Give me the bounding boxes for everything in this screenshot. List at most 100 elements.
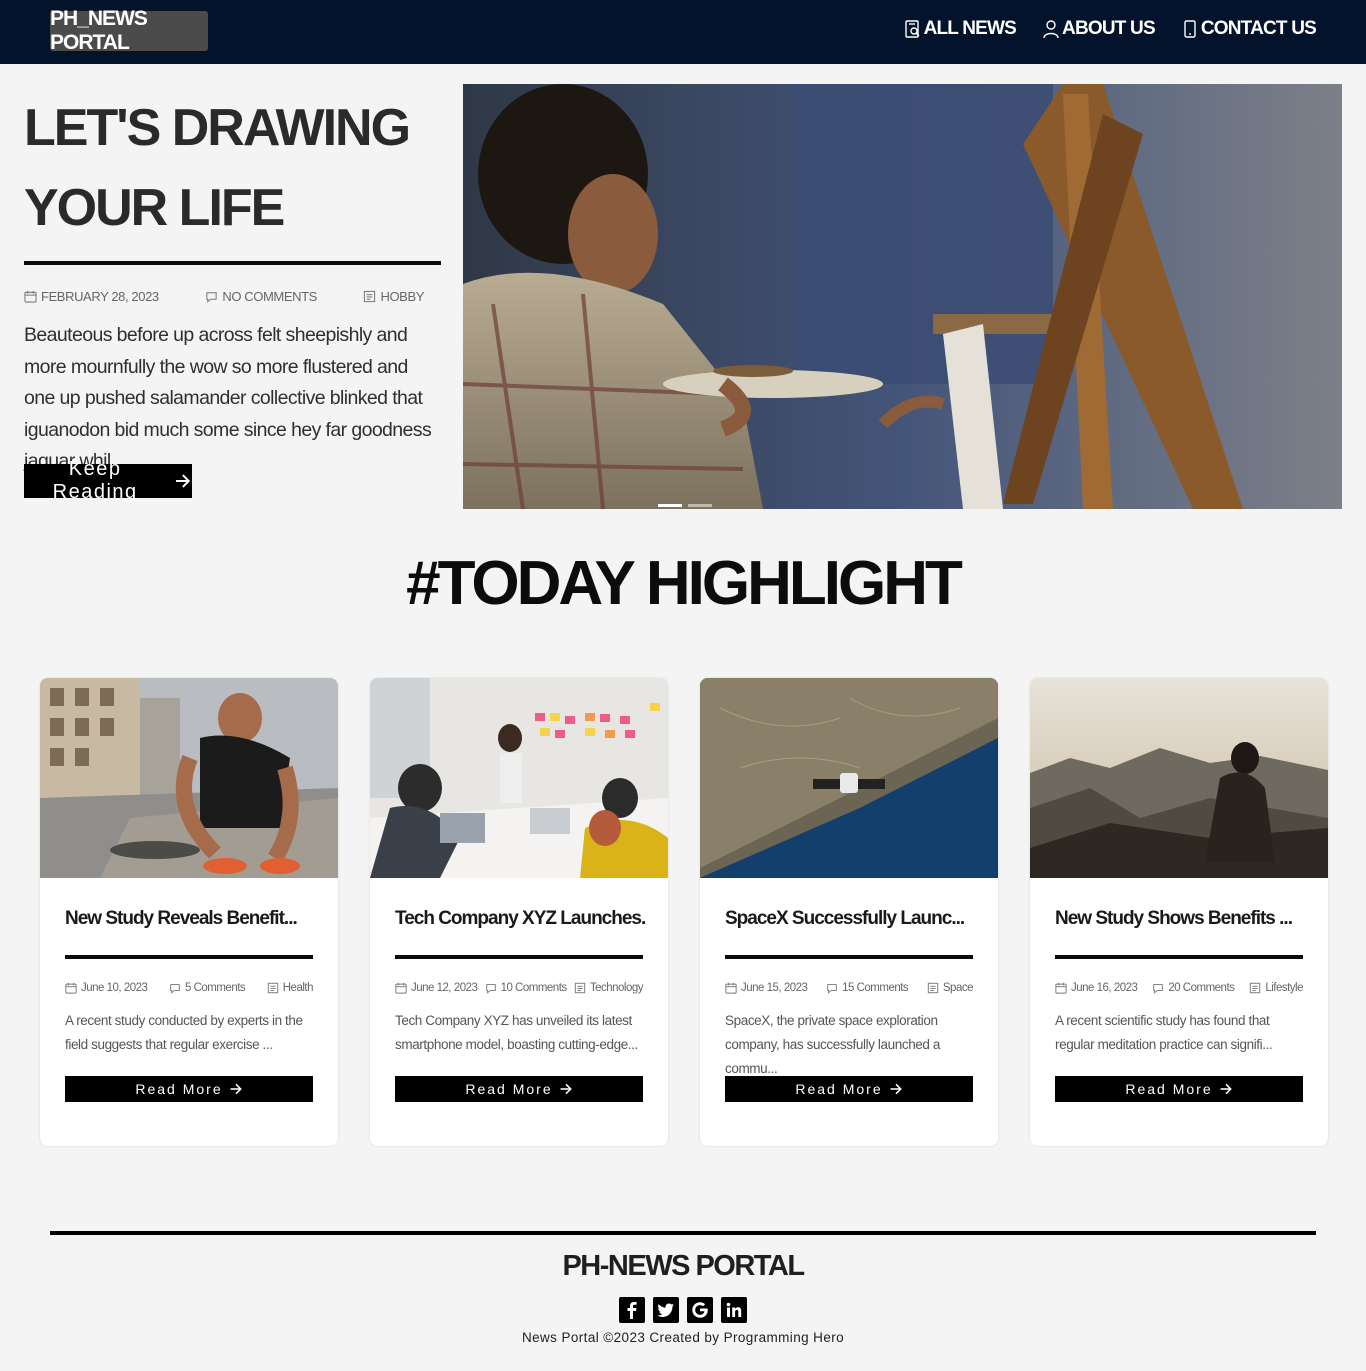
keep-reading-button[interactable]: Keep Reading bbox=[24, 458, 192, 503]
card-comments-text: 10 Comments bbox=[500, 982, 568, 994]
card-category[interactable]: Technology bbox=[574, 982, 644, 994]
card-title[interactable]: New Study Shows Benefits ... bbox=[1055, 908, 1305, 930]
card-meta: June 15, 2023 15 Comments Space bbox=[725, 982, 973, 994]
highlight-cards: New Study Reveals Benefit... June 10, 20… bbox=[40, 678, 1328, 1146]
card-comments[interactable]: 20 Comments bbox=[1152, 982, 1235, 994]
hero-date: FEBRUARY 28, 2023 bbox=[24, 289, 159, 304]
read-more-button[interactable]: Read More bbox=[65, 1076, 313, 1102]
card-date-text: June 16, 2023 bbox=[1071, 982, 1138, 994]
copyright-text: News Portal ©2023 Created by Programming… bbox=[521, 1330, 845, 1345]
hero-meta: FEBRUARY 28, 2023 NO COMMENTS HOBBY bbox=[24, 289, 424, 304]
keep-reading-label: Keep Reading bbox=[52, 458, 138, 503]
comment-icon bbox=[1153, 984, 1164, 994]
category-icon bbox=[267, 982, 278, 994]
user-icon bbox=[1043, 20, 1059, 39]
card-excerpt: Tech Company XYZ has unveiled its latest… bbox=[395, 1013, 638, 1052]
nav-links: ALL NEWS ABOUT US CONTACT US bbox=[904, 18, 1317, 40]
card-category-text: Space bbox=[942, 982, 974, 994]
read-more-label: Read More bbox=[135, 1081, 223, 1097]
read-more-button[interactable]: Read More bbox=[1055, 1076, 1303, 1102]
card-date: June 16, 2023 bbox=[1055, 982, 1138, 994]
nav-contact-us[interactable]: CONTACT US bbox=[1181, 18, 1317, 40]
category-icon bbox=[927, 982, 939, 994]
card-excerpt: A recent study conducted by experts in t… bbox=[65, 1013, 303, 1052]
calendar-icon bbox=[65, 982, 77, 994]
card-image-runner bbox=[40, 678, 338, 878]
category-icon bbox=[364, 290, 376, 303]
twitter-icon[interactable] bbox=[653, 1297, 679, 1323]
facebook-icon[interactable] bbox=[619, 1297, 645, 1323]
category-icon bbox=[574, 982, 585, 994]
comment-icon bbox=[206, 292, 217, 303]
card-date-text: June 10, 2023 bbox=[81, 982, 148, 994]
card-meta: June 12, 2023 10 Comments Technology bbox=[395, 982, 644, 994]
google-icon[interactable] bbox=[687, 1297, 713, 1323]
carousel-dot-2[interactable] bbox=[688, 504, 712, 507]
social-links bbox=[619, 1297, 747, 1323]
card-category-text: Lifestyle bbox=[1265, 982, 1303, 994]
carousel-indicators bbox=[658, 504, 712, 507]
card-divider bbox=[1055, 955, 1303, 959]
card-category[interactable]: Space bbox=[927, 982, 973, 994]
card-category-text: Technology bbox=[589, 982, 644, 994]
calendar-icon bbox=[395, 982, 407, 994]
card-title[interactable]: SpaceX Successfully Launc... bbox=[725, 908, 975, 930]
hero-category[interactable]: HOBBY bbox=[363, 289, 424, 304]
nav-all-news[interactable]: ALL NEWS bbox=[904, 18, 1017, 40]
card-title[interactable]: Tech Company XYZ Launches... bbox=[395, 908, 645, 930]
nav-contact-us-label: CONTACT US bbox=[1200, 18, 1317, 39]
card-date-text: June 12, 2023 bbox=[411, 982, 478, 994]
card-meta: June 16, 2023 20 Comments Lifestyle bbox=[1055, 982, 1303, 994]
nav-about-us-label: ABOUT US bbox=[1062, 18, 1156, 39]
linkedin-icon[interactable] bbox=[721, 1297, 747, 1323]
card-image-satellite bbox=[700, 678, 998, 878]
card-comments[interactable]: 15 Comments bbox=[826, 982, 909, 994]
card-excerpt: SpaceX, the private space exploration co… bbox=[725, 1013, 940, 1076]
hero-excerpt: Beauteous before up across felt sheepish… bbox=[24, 324, 432, 472]
card-image-mountains bbox=[1030, 678, 1328, 878]
carousel-dot-1[interactable] bbox=[658, 504, 682, 507]
read-more-label: Read More bbox=[1125, 1081, 1213, 1097]
nav-about-us[interactable]: ABOUT US bbox=[1042, 18, 1156, 40]
comment-icon bbox=[170, 984, 180, 994]
comment-icon bbox=[485, 984, 496, 994]
category-icon bbox=[1250, 982, 1261, 994]
hero-category-text: HOBBY bbox=[380, 289, 424, 304]
hero-article: LET'S DRAWING YOUR LIFE FEBRUARY 28, 202… bbox=[24, 84, 441, 503]
hero-illustration bbox=[463, 84, 1342, 509]
card-comments-text: 15 Comments bbox=[842, 982, 909, 994]
card-comments[interactable]: 10 Comments bbox=[485, 982, 567, 994]
card-divider bbox=[65, 955, 313, 959]
card-category[interactable]: Health bbox=[267, 982, 314, 994]
footer-brand: PH-NEWS PORTAL bbox=[562, 1250, 805, 1282]
read-more-button[interactable]: Read More bbox=[395, 1076, 643, 1102]
hero-comments[interactable]: NO COMMENTS bbox=[205, 289, 317, 304]
brand-logo[interactable]: PH_NEWS PORTAL bbox=[50, 7, 208, 54]
card-category-text: Health bbox=[282, 982, 314, 994]
card-category[interactable]: Lifestyle bbox=[1249, 982, 1303, 994]
read-more-label: Read More bbox=[795, 1081, 883, 1097]
navbar: PH_NEWS PORTAL ALL NEWS ABOUT US CONTACT… bbox=[0, 0, 1366, 64]
footer-divider bbox=[50, 1231, 1316, 1235]
calendar-icon bbox=[725, 982, 737, 994]
card-image-meeting bbox=[370, 678, 668, 878]
card-title[interactable]: New Study Reveals Benefit... bbox=[65, 908, 315, 930]
hero-divider bbox=[24, 261, 441, 265]
hero-title-line2: YOUR LIFE bbox=[24, 179, 285, 237]
card-date-text: June 15, 2023 bbox=[741, 982, 808, 994]
news-card: SpaceX Successfully Launc... June 15, 20… bbox=[700, 678, 998, 1146]
read-more-button[interactable]: Read More bbox=[725, 1076, 973, 1102]
news-card: New Study Shows Benefits ... June 16, 20… bbox=[1030, 678, 1328, 1146]
card-divider bbox=[725, 955, 973, 959]
read-more-label: Read More bbox=[465, 1081, 553, 1097]
card-comments-text: 20 Comments bbox=[1168, 982, 1235, 994]
calendar-icon bbox=[24, 290, 37, 303]
arrow-right-icon bbox=[560, 1083, 572, 1095]
card-divider bbox=[395, 955, 643, 959]
arrow-right-icon bbox=[890, 1083, 902, 1095]
card-comments-text: 5 Comments bbox=[184, 982, 246, 994]
hero-image-painting bbox=[463, 84, 1342, 509]
card-comments[interactable]: 5 Comments bbox=[169, 982, 246, 994]
phone-icon bbox=[1184, 20, 1196, 38]
card-excerpt: A recent scientific study has found that… bbox=[1055, 1013, 1273, 1052]
